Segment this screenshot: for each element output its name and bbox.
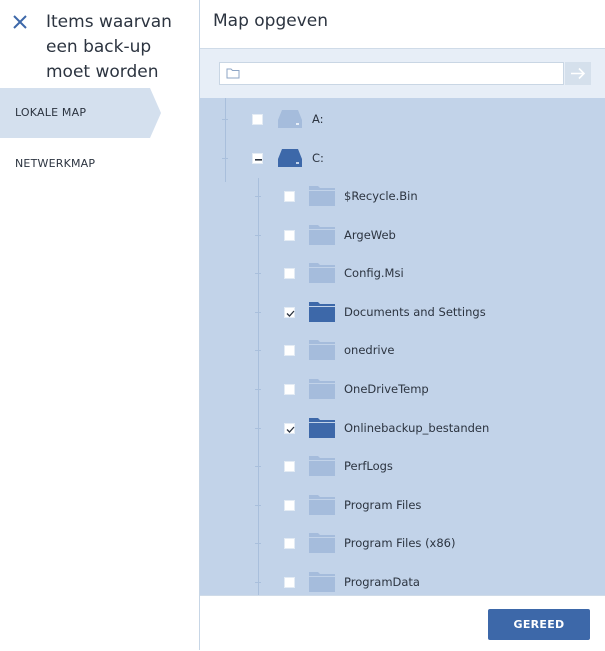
- checkbox[interactable]: [284, 500, 295, 511]
- tree-tick: [255, 350, 261, 351]
- drive-icon: [278, 110, 302, 128]
- path-field: [219, 62, 564, 85]
- tree-row-drive-a[interactable]: A:: [200, 100, 605, 138]
- checkbox[interactable]: [252, 114, 263, 125]
- close-button[interactable]: [9, 11, 33, 35]
- folder-icon: [309, 456, 335, 476]
- tree-tick: [222, 158, 228, 159]
- check-icon: [286, 310, 295, 317]
- checkbox[interactable]: [284, 538, 295, 549]
- tree-row-folder[interactable]: ArgeWeb: [200, 216, 605, 254]
- page-title: Map opgeven: [213, 11, 329, 31]
- tree-label: ArgeWeb: [344, 228, 396, 242]
- tree-row-folder[interactable]: ProgramData: [200, 563, 605, 595]
- tree-label: Program Files: [344, 498, 422, 512]
- tree-row-folder[interactable]: onedrive: [200, 331, 605, 369]
- drive-icon: [278, 149, 302, 167]
- tree-label: Onlinebackup_bestanden: [344, 421, 490, 435]
- tree-label: OneDriveTemp: [344, 382, 429, 396]
- tree-label: onedrive: [344, 343, 395, 357]
- folder-icon: [309, 533, 335, 553]
- tree-row-folder[interactable]: Config.Msi: [200, 254, 605, 292]
- checkbox[interactable]: [284, 345, 295, 356]
- tree-tick: [222, 119, 228, 120]
- folder-icon: [309, 495, 335, 515]
- tree-tick: [255, 389, 261, 390]
- path-bar: [200, 49, 605, 98]
- checkbox[interactable]: [284, 230, 295, 241]
- header: Map opgeven: [200, 0, 605, 49]
- checkbox-partial[interactable]: [252, 153, 263, 164]
- go-button[interactable]: [565, 62, 591, 85]
- checkbox[interactable]: [284, 384, 295, 395]
- tree-row-folder[interactable]: OneDriveTemp: [200, 370, 605, 408]
- checkbox[interactable]: [284, 577, 295, 588]
- tree-row-drive-c[interactable]: C:: [200, 139, 605, 177]
- check-icon: [286, 426, 295, 433]
- folder-outline-icon: [226, 68, 240, 79]
- tree-label: PerfLogs: [344, 459, 393, 473]
- folder-tree[interactable]: A: C: $Recycle.Bin ArgeWeb Config.Msi Docum…: [200, 98, 605, 595]
- tree-label: $Recycle.Bin: [344, 189, 418, 203]
- tree-label: C:: [312, 151, 324, 165]
- sidebar: Items waarvan een back-up moet worden ge…: [0, 0, 200, 650]
- tree-row-folder[interactable]: Documents and Settings: [200, 293, 605, 331]
- tree-tick: [255, 466, 261, 467]
- path-input[interactable]: [246, 65, 560, 84]
- tree-tick: [255, 428, 261, 429]
- tree-tick: [255, 235, 261, 236]
- tree-tick: [255, 505, 261, 506]
- tree-label: Program Files (x86): [344, 536, 456, 550]
- folder-icon: [309, 302, 335, 322]
- close-icon: [13, 15, 27, 29]
- done-button[interactable]: GEREED: [488, 609, 590, 640]
- tree-tick: [255, 543, 261, 544]
- folder-picker: Map opgeven A: C: $Recycle.Bin ArgeWeb C…: [200, 0, 605, 651]
- checkbox[interactable]: [284, 191, 295, 202]
- tree-tick: [255, 312, 261, 313]
- tree-row-folder[interactable]: Program Files (x86): [200, 524, 605, 562]
- checkbox-checked[interactable]: [284, 423, 295, 434]
- tree-label: Documents and Settings: [344, 305, 486, 319]
- folder-icon: [309, 263, 335, 283]
- folder-icon: [309, 418, 335, 438]
- tree-label: ProgramData: [344, 575, 420, 589]
- tree-label: A:: [312, 112, 324, 126]
- tree-row-folder[interactable]: Program Files: [200, 486, 605, 524]
- folder-icon: [309, 379, 335, 399]
- folder-icon: [309, 186, 335, 206]
- sidebar-item-local-folder[interactable]: LOKALE MAP: [0, 88, 160, 138]
- folder-icon: [309, 225, 335, 245]
- folder-icon: [309, 572, 335, 592]
- sidebar-item-network-folder[interactable]: NETWERKMAP: [0, 139, 160, 189]
- tree-tick: [255, 196, 261, 197]
- checkbox[interactable]: [284, 461, 295, 472]
- folder-icon: [309, 340, 335, 360]
- tree-label: Config.Msi: [344, 266, 404, 280]
- tree-row-folder[interactable]: $Recycle.Bin: [200, 177, 605, 215]
- tree-tick: [255, 582, 261, 583]
- tree-tick: [255, 273, 261, 274]
- checkbox-checked[interactable]: [284, 307, 295, 318]
- footer: GEREED: [200, 595, 605, 651]
- tree-row-folder[interactable]: PerfLogs: [200, 447, 605, 485]
- checkbox[interactable]: [284, 268, 295, 279]
- tree-row-folder[interactable]: Onlinebackup_bestanden: [200, 409, 605, 447]
- arrow-right-icon: [571, 67, 586, 80]
